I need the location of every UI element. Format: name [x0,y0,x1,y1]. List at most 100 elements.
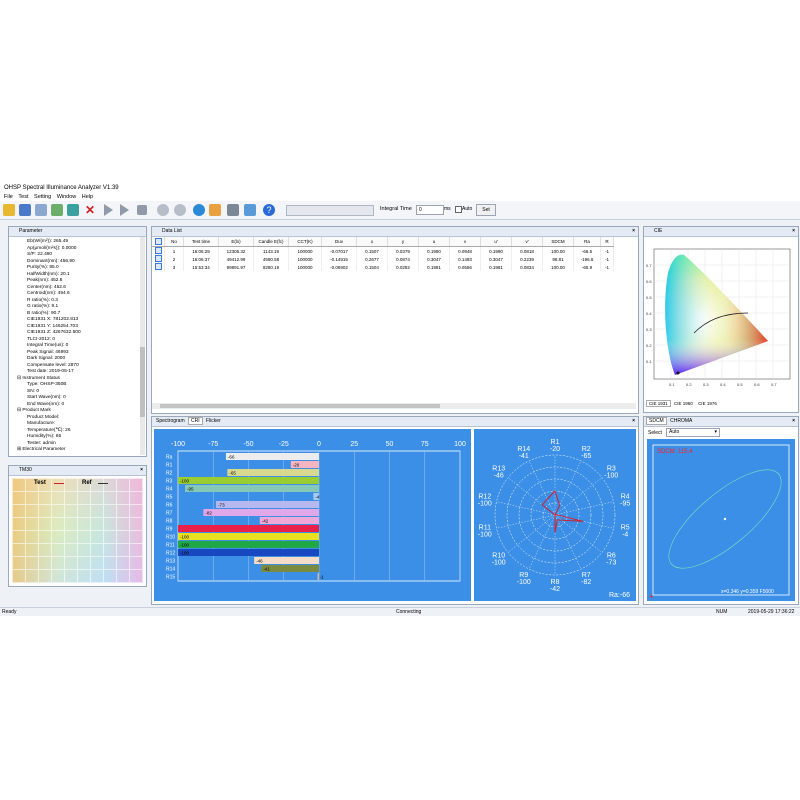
select-dropdown[interactable]: Auto ▾ [666,428,720,437]
tab-sdcm[interactable]: SDCM [646,417,667,425]
column-header[interactable]: x [356,237,388,247]
svg-text:0.7: 0.7 [771,382,777,387]
radar-axis [554,514,582,570]
menu-setting[interactable]: Setting [34,193,51,201]
cri-bar-label: R2 [166,471,173,477]
integral-time-input[interactable]: 0 [416,205,444,215]
column-header[interactable]: E(lx) [218,237,254,247]
print-icon[interactable] [67,204,79,216]
column-header[interactable]: v' [511,237,543,247]
refresh-icon[interactable] [193,204,205,216]
cri-bar-value-label: -66 [228,455,235,460]
cri-bar-value-label: -100 [180,535,190,540]
close-icon[interactable]: × [632,417,635,426]
close-icon[interactable]: × [632,227,635,236]
cri-bar-value-label: -82 [205,511,212,516]
bulb-icon[interactable] [157,204,169,216]
column-header[interactable]: Duv [321,237,357,247]
table-cell: 16:06:29 [183,246,219,255]
parameter-scrollbar[interactable] [140,237,145,455]
table-cell: 4590.58 [253,255,289,263]
radar-axis-value: -100 [492,560,506,567]
column-header[interactable]: Ra [573,237,601,247]
continuous-play-icon[interactable] [120,204,129,216]
column-header[interactable]: y [387,237,419,247]
column-header[interactable]: CCT(K) [288,237,322,247]
close-icon[interactable]: × [140,466,143,475]
menu-bar: File Test Setting Window Help [0,193,800,201]
column-header[interactable]: R [600,237,614,247]
printer-icon[interactable] [227,204,239,216]
tab-cie-1931[interactable]: CIE 1931 [646,400,671,407]
table-cell: -1 [600,263,614,271]
table-cell: -0.06902 [321,263,357,271]
select-all-checkbox[interactable] [152,237,165,247]
cri-bar-value-label: -73 [218,503,225,508]
tab-chroma[interactable]: CHROMA [668,418,694,424]
table-cell: 3 [164,263,184,271]
tree-group-electrical[interactable]: ⊞ Electrical Parameter [17,447,146,454]
tab-cie-1960[interactable]: CIE 1960 [672,401,695,406]
row-checkbox[interactable] [152,263,165,271]
radar-axis-value: -100 [478,532,492,539]
column-header[interactable]: v [449,237,481,247]
cri-bar [254,557,319,564]
svg-text:0.2: 0.2 [646,343,652,348]
table-cell: 98.81 [542,255,574,263]
table-cell: 0.1493 [449,255,481,263]
export-icon[interactable] [35,204,47,216]
table-cell: -66.5 [573,246,601,255]
column-header[interactable]: u [418,237,450,247]
tab-cri[interactable]: CRI [188,417,203,425]
column-header[interactable]: u' [480,237,512,247]
tab-spectrogram[interactable]: Spectrogram [154,418,187,424]
close-icon[interactable]: × [792,417,795,426]
svg-text:0.4: 0.4 [720,382,726,387]
column-header[interactable]: Test time [183,237,219,247]
table-row[interactable]: 1 16:06:29 12305.32 1143.19 100000 -0.07017 0.… [152,246,614,255]
auto-checkbox[interactable] [455,206,462,213]
play-icon[interactable] [104,204,113,216]
delete-icon[interactable]: ✕ [84,204,96,216]
menu-window[interactable]: Window [57,193,77,201]
svg-text:0.7: 0.7 [646,263,652,268]
cri-bar [261,565,319,572]
radar-axis-label: R1 [551,439,560,446]
zoom-icon[interactable] [244,204,256,216]
radar-axis-value: -100 [517,579,531,586]
menu-file[interactable]: File [4,193,13,201]
close-icon[interactable]: × [792,227,795,236]
tab-cie-1976[interactable]: CIE 1976 [696,401,719,406]
table-row[interactable]: 3 15:53:34 99891.97 9280.19 100000 -0.06902 0.… [152,263,614,271]
cri-bar-label: R8 [166,519,173,525]
menu-test[interactable]: Test [18,193,28,201]
table-cell: 12305.32 [218,246,254,255]
row-checkbox[interactable] [152,246,165,255]
column-header[interactable]: Candle E(fc) [253,237,289,247]
column-header[interactable]: No [164,237,184,247]
data-list-hscrollbar[interactable] [152,403,636,409]
cri-bar-label: R1 [166,463,173,469]
radar-ra-text: Ra:-66 [609,592,630,599]
menu-help[interactable]: Help [82,193,93,201]
column-header[interactable]: SDCM [542,237,574,247]
tab-flicker[interactable]: Flicker [204,418,223,424]
cri-bar-label: R4 [166,487,173,493]
cri-bar-x-tick: -75 [208,441,218,448]
import-icon[interactable] [51,204,63,216]
status-bar: Ready Connecting NUM 2019-05-29 17:36:22 [0,607,800,616]
radar-axis-label: R13 [492,465,505,472]
application-window: OHSP Spectral Illuminance Analyzer V1.39… [0,183,800,616]
title-bar: OHSP Spectral Illuminance Analyzer V1.39 [0,183,800,193]
edit-icon[interactable] [209,204,221,216]
save-icon[interactable] [19,204,31,216]
set-button[interactable]: Set [476,204,496,216]
table-row[interactable]: 2 16:06:37 49412.99 4590.58 100000 -0.14915 0.… [152,255,614,263]
bulb-off-icon[interactable] [174,204,186,216]
table-cell: 0.0834 [511,263,543,271]
open-folder-icon[interactable] [3,204,15,216]
stop-icon[interactable] [137,205,147,215]
table-cell: 1143.19 [253,246,289,255]
row-checkbox[interactable] [152,255,165,263]
help-icon[interactable]: ? [263,204,275,216]
